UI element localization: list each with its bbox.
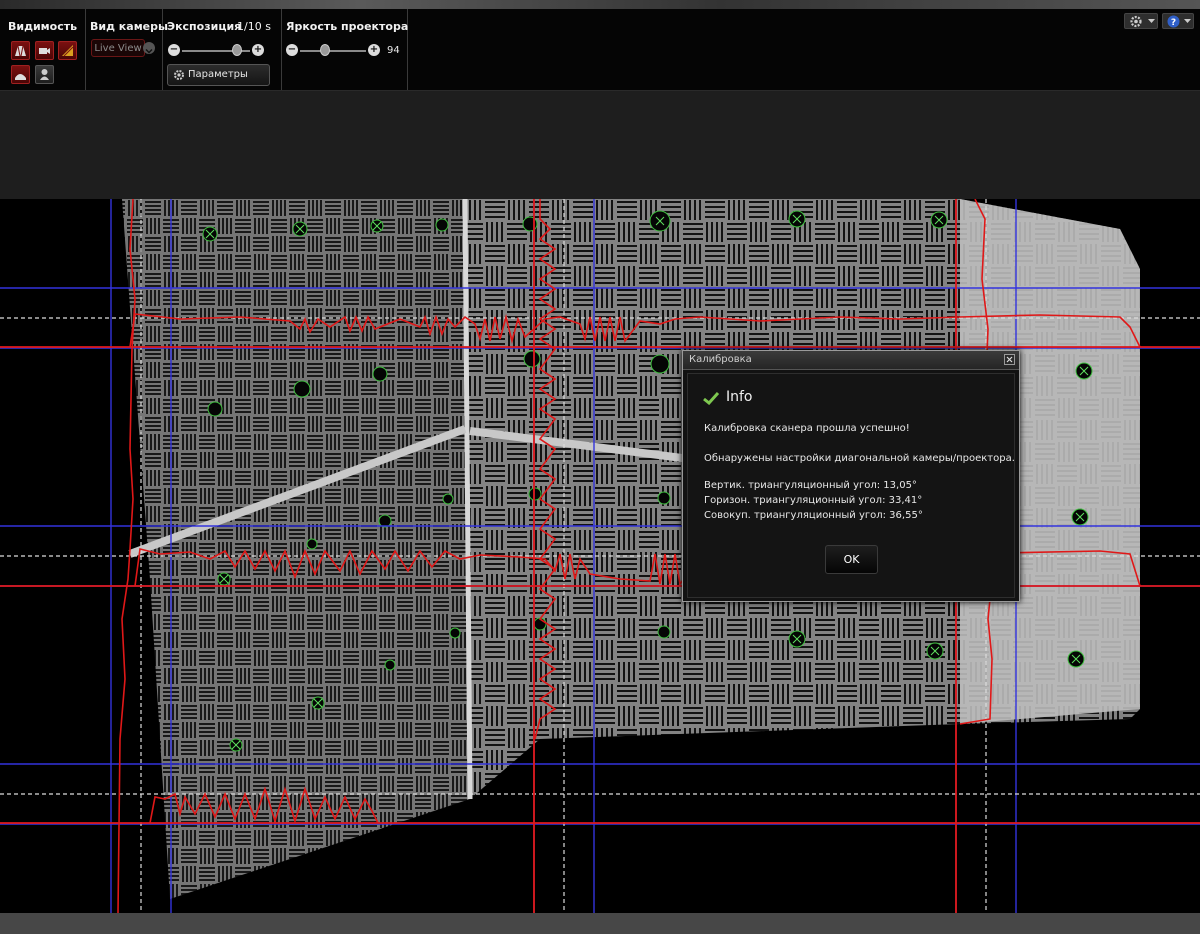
camera-view-title: Вид камеры xyxy=(90,20,168,33)
gear-icon xyxy=(1130,15,1142,28)
exposure-slider-knob[interactable] xyxy=(232,44,242,56)
camera-view-select[interactable]: Live View xyxy=(91,39,145,57)
brightness-decrease-button[interactable]: − xyxy=(286,44,298,56)
camera-view-group: Вид камеры Live View xyxy=(85,9,168,90)
camera-viewport[interactable] xyxy=(0,199,1200,913)
projector-brightness-slider[interactable]: − + xyxy=(286,44,380,58)
projector-slider-track xyxy=(300,50,366,52)
camera-icon xyxy=(39,48,50,54)
settings-menu-button[interactable] xyxy=(1124,13,1158,29)
exposure-value: 1/10 s xyxy=(237,20,271,33)
horizontal-angle-text: Горизон. триангуляционный угол: 33,41° xyxy=(704,495,923,506)
vertical-angle-text: Вертик. триангуляционный угол: 13,05° xyxy=(704,480,917,491)
status-bar xyxy=(0,913,1200,934)
gear-icon xyxy=(174,70,184,80)
scan-data-icon xyxy=(15,45,26,57)
mesh-icon xyxy=(15,74,26,80)
camera-toggle[interactable] xyxy=(35,41,54,60)
exposure-group: Экспозиция 1/10 s − + Параметры кам. xyxy=(162,9,282,100)
svg-text:?: ? xyxy=(1171,18,1176,28)
projector-brightness-title: Яркость проектора xyxy=(286,20,409,33)
exposure-decrease-button[interactable]: − xyxy=(168,44,180,56)
projector-brightness-group: Яркость проектора − + 94 xyxy=(281,9,408,90)
dialog-title: Калибровка xyxy=(689,354,752,365)
mesh-toggle[interactable] xyxy=(11,65,30,84)
scan-data-toggle[interactable] xyxy=(11,41,30,60)
exposure-title: Экспозиция xyxy=(167,20,242,33)
dialog-close-button[interactable] xyxy=(1004,354,1015,365)
checkmark-icon xyxy=(703,391,719,405)
calibration-overlay xyxy=(0,199,1200,913)
detected-message: Обнаружены настройки диагональной камеры… xyxy=(704,453,1015,464)
chevron-down-icon xyxy=(145,48,153,54)
toolbar: Видимость Вид камеры Live View Экспозици… xyxy=(0,9,1200,100)
close-icon xyxy=(1006,356,1013,363)
info-panel-area xyxy=(0,91,1200,199)
brightness-increase-button[interactable]: + xyxy=(368,44,380,56)
help-icon: ? xyxy=(1167,15,1180,28)
chevron-down-icon xyxy=(1148,19,1155,23)
projector-icon xyxy=(62,45,74,57)
projector-brightness-value: 94 xyxy=(387,45,400,56)
dialog-heading: Info xyxy=(726,389,753,405)
camera-settings-button[interactable]: Параметры кам. xyxy=(167,64,270,100)
projector-slider-knob[interactable] xyxy=(320,44,330,56)
exposure-slider[interactable]: − + xyxy=(168,44,264,58)
chevron-down-icon xyxy=(1184,19,1191,23)
window-top-strip xyxy=(0,0,1200,9)
help-menu-button[interactable]: ? xyxy=(1162,13,1194,29)
camera-view-dropdown[interactable] xyxy=(143,42,155,54)
exposure-increase-button[interactable]: + xyxy=(252,44,264,56)
visibility-title: Видимость xyxy=(8,20,78,33)
calibration-dialog: Калибровка Info Калибровка сканера прошл… xyxy=(682,350,1020,602)
visibility-group: Видимость xyxy=(0,9,86,90)
ok-button[interactable]: OK xyxy=(825,545,878,574)
dialog-titlebar[interactable]: Калибровка xyxy=(683,351,1019,370)
user-toggle[interactable] xyxy=(35,65,54,84)
total-angle-text: Совокуп. триангуляционный угол: 36,55° xyxy=(704,510,923,521)
projector-toggle[interactable] xyxy=(58,41,77,60)
user-icon xyxy=(40,69,49,80)
success-message: Калибровка сканера прошла успешно! xyxy=(704,423,910,434)
